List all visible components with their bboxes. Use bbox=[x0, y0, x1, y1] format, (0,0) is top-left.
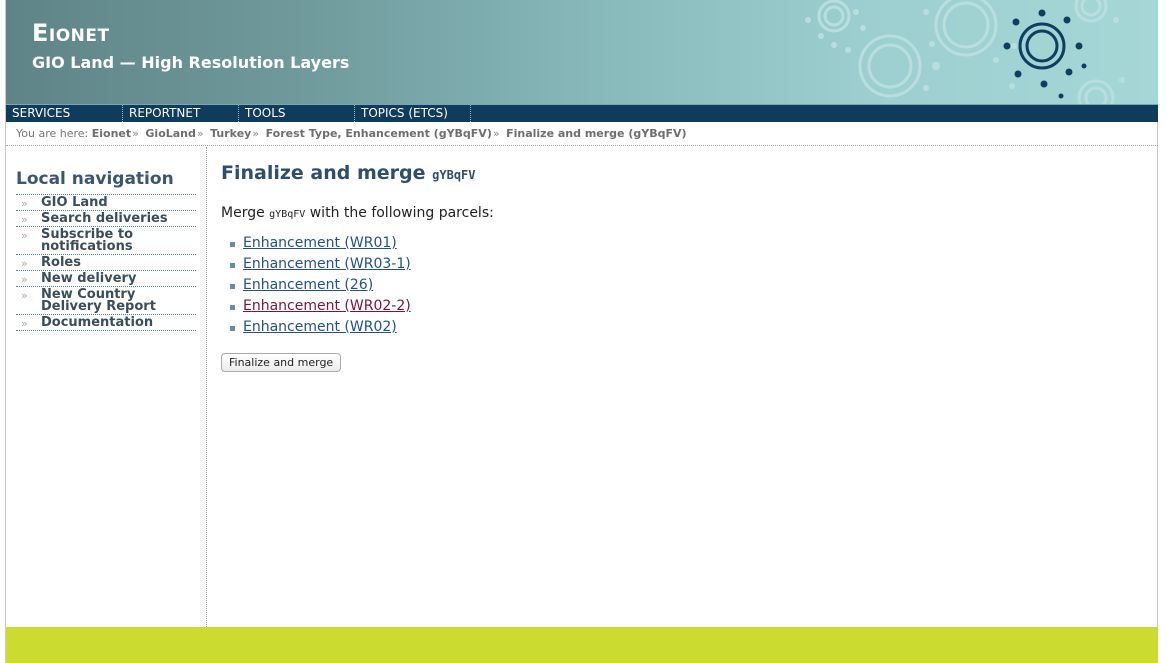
list-item: Enhancement (WR03-1) bbox=[221, 256, 1121, 277]
localnav-item-new-country-report[interactable]: » New Country Delivery Report bbox=[16, 287, 196, 315]
breadcrumb-prefix: You are here: bbox=[16, 127, 89, 140]
double-chevron-icon: » bbox=[21, 317, 28, 330]
localnav-item-label: New delivery bbox=[41, 271, 137, 286]
localnav-item-subscribe[interactable]: » Subscribe to notifications bbox=[16, 227, 196, 255]
double-chevron-icon: » bbox=[21, 257, 28, 270]
square-bullet-icon bbox=[230, 326, 235, 331]
nav-item-services[interactable]: SERVICES bbox=[6, 105, 123, 122]
breadcrumb-item-turkey[interactable]: Turkey bbox=[210, 127, 251, 140]
local-navigation-title: Local navigation bbox=[16, 169, 174, 189]
square-bullet-icon bbox=[230, 305, 235, 310]
brand-rest: IONET bbox=[48, 26, 110, 46]
localnav-item-new-delivery[interactable]: » New delivery bbox=[16, 271, 196, 287]
site-footer bbox=[6, 627, 1158, 663]
merge-intro-before: Merge bbox=[221, 205, 265, 221]
brand-initial: E bbox=[32, 19, 49, 47]
list-item: Enhancement (WR02-2) bbox=[221, 298, 1121, 319]
merge-intro-code: gYBqFV bbox=[269, 209, 306, 220]
page-title-code: gYBqFV bbox=[432, 168, 476, 182]
breadcrumb-item-current: Finalize and merge (gYBqFV) bbox=[506, 127, 687, 140]
site-logo[interactable]: EIONET GIO Land — High Resolution Layers bbox=[32, 20, 349, 72]
localnav-item-label: New Country Delivery Report bbox=[41, 287, 156, 314]
localnav-item-label: GIO Land bbox=[41, 195, 108, 210]
main-content: Finalize and merge gYBqFV Merge gYBqFV w… bbox=[221, 162, 1121, 372]
double-chevron-icon: » bbox=[21, 197, 28, 210]
parcel-link[interactable]: Enhancement (WR02) bbox=[243, 319, 397, 335]
merge-intro-after: with the following parcels: bbox=[309, 205, 494, 221]
localnav-item-documentation[interactable]: » Documentation bbox=[16, 315, 196, 331]
localnav-item-label: Search deliveries bbox=[41, 211, 168, 226]
left-sidebar: Local navigation » GIO Land » Search deliv… bbox=[6, 147, 207, 627]
breadcrumb-item-gioland[interactable]: GioLand bbox=[145, 127, 196, 140]
localnav-item-label: Documentation bbox=[41, 315, 154, 330]
parcel-link-visited[interactable]: Enhancement (WR02-2) bbox=[243, 298, 411, 314]
breadcrumb-separator: » bbox=[492, 127, 500, 140]
list-item: Enhancement (WR01) bbox=[221, 235, 1121, 256]
breadcrumb: You are here: Eionet» GioLand» Turkey» F… bbox=[6, 121, 1158, 146]
double-chevron-icon: » bbox=[21, 229, 28, 242]
nav-item-tools[interactable]: TOOLS bbox=[239, 105, 355, 122]
localnav-item-gio-land[interactable]: » GIO Land bbox=[16, 195, 196, 211]
finalize-and-merge-button[interactable]: Finalize and merge bbox=[221, 353, 342, 372]
top-nav-bar: SERVICES REPORTNET TOOLS TOPICS (ETCS) bbox=[6, 104, 1158, 122]
nav-item-reportnet[interactable]: REPORTNET bbox=[123, 105, 239, 122]
page-title: Finalize and merge gYBqFV bbox=[221, 162, 1121, 184]
localnav-item-search-deliveries[interactable]: » Search deliveries bbox=[16, 211, 196, 227]
page-title-text: Finalize and merge bbox=[221, 162, 426, 184]
brand-name: EIONET bbox=[32, 20, 349, 49]
header-decoration bbox=[805, 0, 1125, 104]
square-bullet-icon bbox=[230, 242, 235, 247]
list-item: Enhancement (26) bbox=[221, 277, 1121, 298]
parcel-link[interactable]: Enhancement (WR03-1) bbox=[243, 256, 411, 272]
localnav-item-label: Subscribe to notifications bbox=[41, 227, 134, 254]
double-chevron-icon: » bbox=[21, 273, 28, 286]
breadcrumb-separator: » bbox=[132, 127, 139, 140]
parcel-link[interactable]: Enhancement (26) bbox=[243, 277, 373, 293]
local-navigation: » GIO Land » Search deliveries » Subscribe … bbox=[16, 194, 196, 331]
breadcrumb-item-envelope[interactable]: Forest Type, Enhancement (gYBqFV) bbox=[266, 127, 492, 140]
breadcrumb-separator: » bbox=[196, 127, 204, 140]
parcel-list: Enhancement (WR01) Enhancement (WR03-1) … bbox=[221, 235, 1121, 340]
merge-intro: Merge gYBqFV with the following parcels: bbox=[221, 205, 1121, 221]
localnav-item-label: Roles bbox=[41, 255, 81, 270]
localnav-item-roles[interactable]: » Roles bbox=[16, 255, 196, 271]
nav-item-topics[interactable]: TOPICS (ETCS) bbox=[355, 105, 471, 122]
breadcrumb-item-eionet[interactable]: Eionet bbox=[92, 127, 131, 140]
list-item: Enhancement (WR02) bbox=[221, 319, 1121, 340]
double-chevron-icon: » bbox=[21, 213, 28, 226]
site-subtitle: GIO Land — High Resolution Layers bbox=[32, 53, 350, 72]
breadcrumb-separator: » bbox=[252, 127, 260, 140]
site-header: EIONET GIO Land — High Resolution Layers bbox=[6, 0, 1158, 104]
parcel-link[interactable]: Enhancement (WR01) bbox=[243, 235, 397, 251]
double-chevron-icon: » bbox=[21, 289, 28, 302]
square-bullet-icon bbox=[230, 263, 235, 268]
square-bullet-icon bbox=[230, 284, 235, 289]
